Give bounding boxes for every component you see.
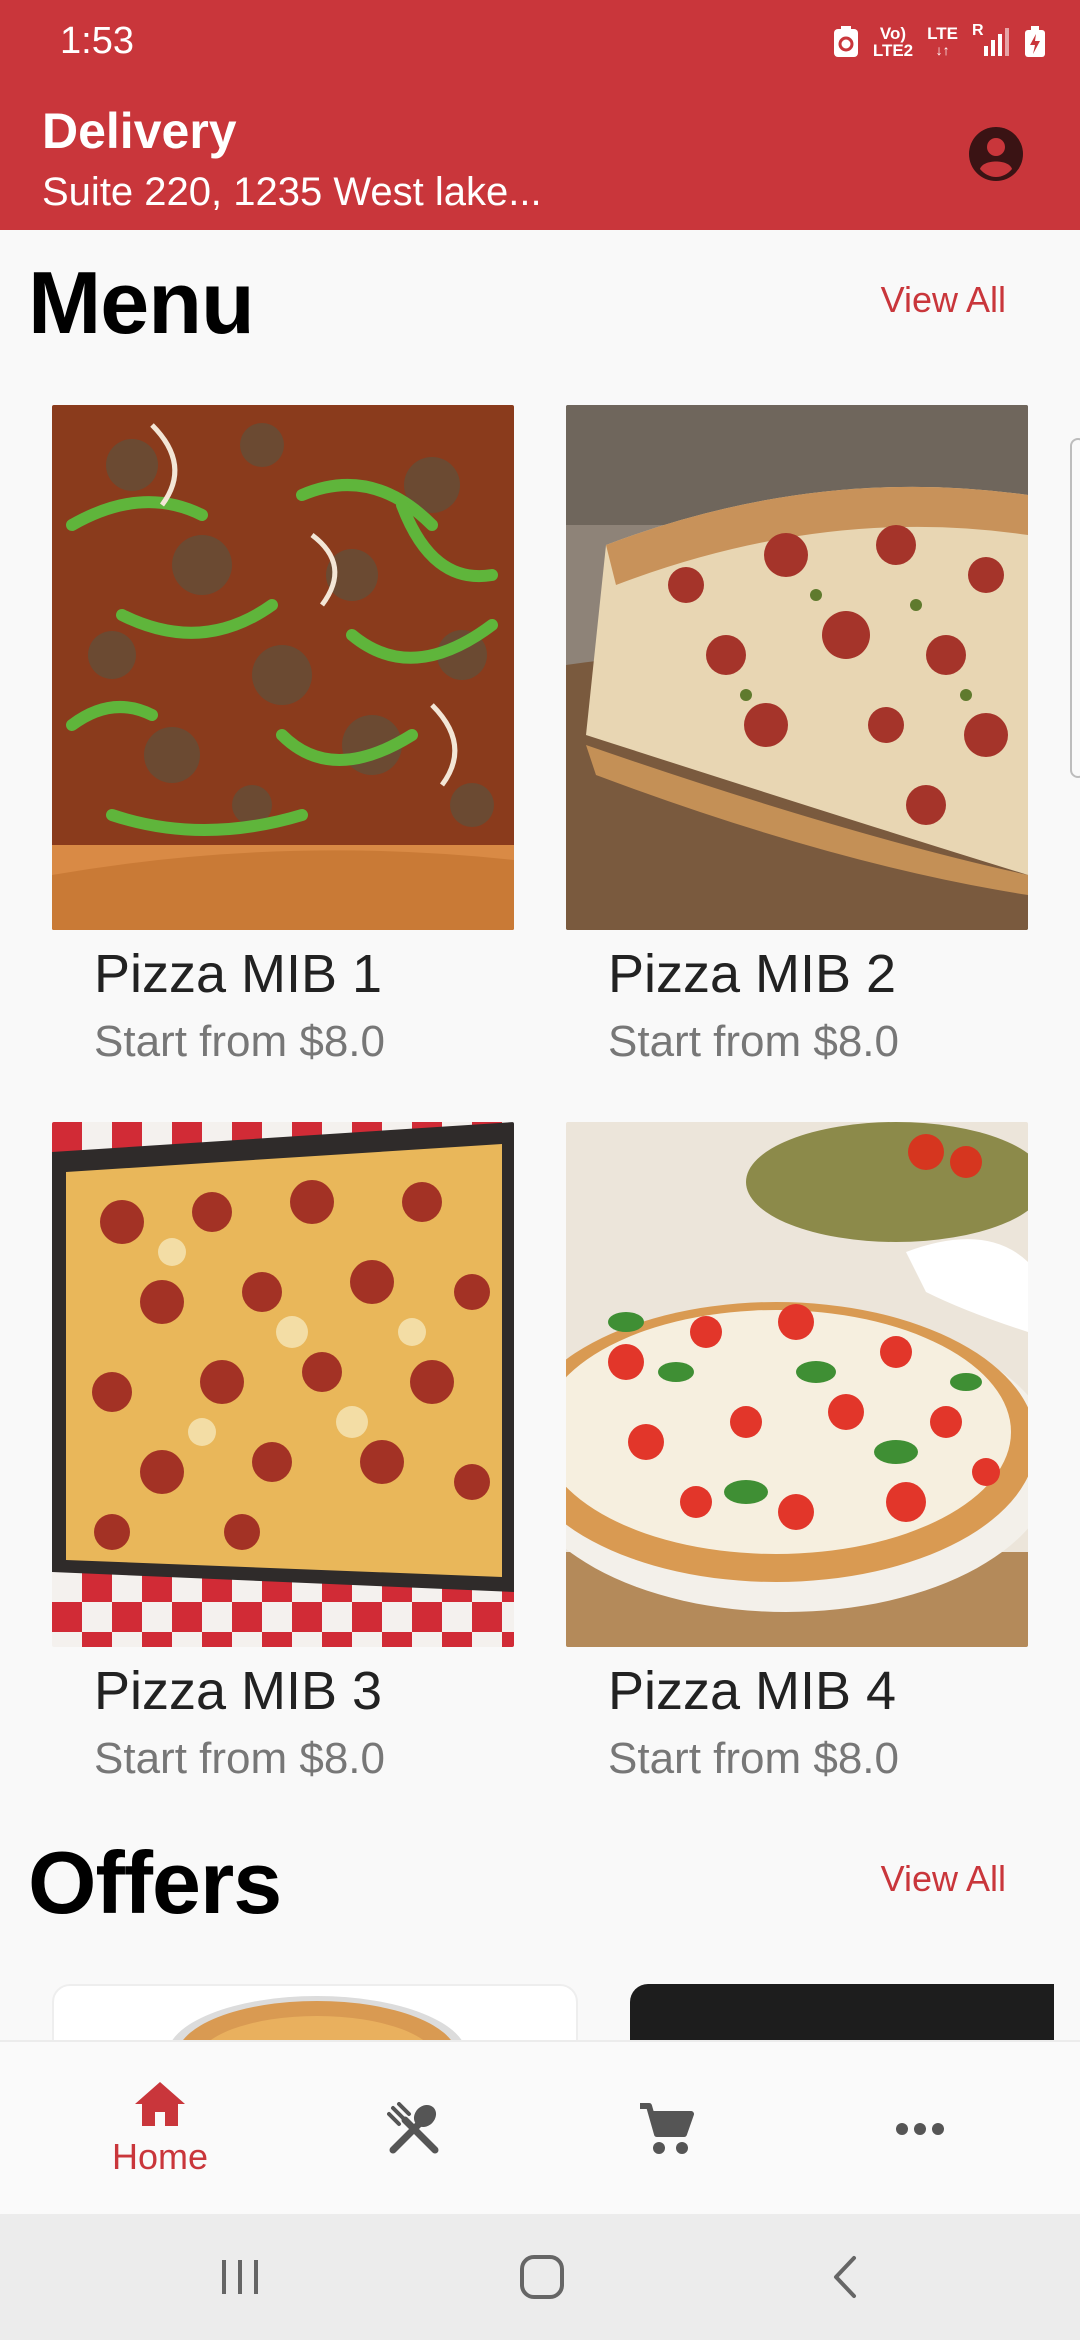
- app-header: 1:53 Vo) LTE2 LTE ↓↑ R Delivery Suite 22…: [0, 0, 1080, 230]
- menu-item-name: Pizza MIB 3: [94, 1661, 383, 1721]
- battery-charging-icon: [1025, 26, 1045, 57]
- nav-menu[interactable]: [314, 2042, 514, 2216]
- nav-more[interactable]: [820, 2042, 1020, 2216]
- menu-view-all-link[interactable]: View All: [881, 279, 1006, 321]
- pizza-image: [52, 1122, 514, 1647]
- menu-item-price: Start from $8.0: [94, 1017, 386, 1066]
- more-icon: [896, 2123, 944, 2135]
- nav-home-label: Home: [111, 2136, 209, 2177]
- menu-item-card[interactable]: Pizza MIB 2 Start from $8.0: [566, 405, 1028, 1085]
- menu-item-card[interactable]: Pizza MIB 4 Start from $8.0: [566, 1122, 1028, 1802]
- menu-item-card[interactable]: Pizza MIB 3 Start from $8.0: [52, 1122, 514, 1802]
- pizza-image: [566, 405, 1028, 930]
- status-icons: Vo) LTE2 LTE ↓↑ R: [833, 22, 1046, 62]
- system-navigation-bar: [0, 2214, 1080, 2340]
- offers-view-all-link[interactable]: View All: [881, 1858, 1006, 1900]
- offer-image: [172, 1996, 462, 2040]
- menu-item-name: Pizza MIB 2: [608, 944, 897, 1004]
- scroll-indicator[interactable]: [1070, 438, 1080, 778]
- menu-item-name: Pizza MIB 4: [608, 1661, 897, 1721]
- utensils-icon: [387, 2102, 439, 2154]
- home-button-icon[interactable]: [512, 2252, 572, 2302]
- offers-carousel[interactable]: [0, 1984, 1080, 2040]
- volte-indicator: Vo) LTE2: [873, 25, 913, 59]
- offers-section-title: Offers: [28, 1833, 282, 1932]
- status-bar: 1:53 Vo) LTE2 LTE ↓↑ R: [0, 0, 1080, 80]
- pizza-image: [52, 405, 514, 930]
- home-icon: [135, 2082, 185, 2126]
- menu-item-price: Start from $8.0: [94, 1734, 386, 1783]
- status-time: 1:53: [60, 20, 134, 62]
- recent-apps-icon[interactable]: [210, 2252, 270, 2302]
- signal-icon: R: [972, 22, 1010, 58]
- data-saver-icon: [833, 26, 858, 57]
- delivery-address[interactable]: Suite 220, 1235 West lake...: [42, 170, 542, 215]
- nav-cart[interactable]: [566, 2042, 766, 2216]
- offer-card[interactable]: [630, 1984, 1054, 2040]
- lte-text: LTE: [927, 24, 958, 43]
- account-icon[interactable]: [968, 126, 1024, 182]
- header-title[interactable]: Delivery: [42, 102, 237, 160]
- lte-indicator: LTE ↓↑: [927, 24, 958, 58]
- menu-item-name: Pizza MIB 1: [94, 944, 383, 1004]
- volte-top-text: Vo): [879, 24, 907, 43]
- pizza-image: [566, 1122, 1028, 1647]
- bottom-navigation: Home: [0, 2040, 1080, 2214]
- cart-icon: [640, 2103, 694, 2154]
- menu-section-title: Menu: [28, 253, 255, 352]
- offer-card[interactable]: [52, 1984, 578, 2040]
- nav-home[interactable]: Home: [60, 2042, 260, 2216]
- back-icon[interactable]: [816, 2252, 876, 2302]
- volte-bottom-text: LTE2: [872, 41, 914, 60]
- menu-item-price: Start from $8.0: [608, 1017, 900, 1066]
- menu-item-card[interactable]: Pizza MIB 1 Start from $8.0: [52, 405, 514, 1085]
- menu-item-price: Start from $8.0: [608, 1734, 900, 1783]
